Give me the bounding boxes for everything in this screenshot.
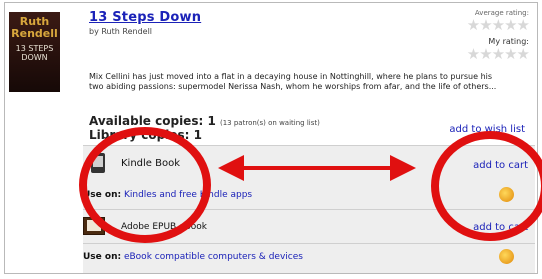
cover-author: Ruth Rendell: [11, 15, 58, 40]
divider: [83, 209, 535, 210]
kindle-device-icon: [91, 153, 105, 173]
library-copies-label: Library copies:: [89, 128, 190, 142]
average-rating-stars: ★★★★★: [466, 16, 530, 34]
my-rating-stars[interactable]: ★★★★★: [467, 47, 530, 62]
use-on-label: Use on:: [83, 190, 122, 200]
library-copies-count: 1: [193, 128, 202, 142]
divider: [83, 145, 535, 146]
rating-area: Average rating: ★★★★★ My rating: ★★★★★: [466, 9, 530, 62]
waiting-list-note: (13 patron(s) on waiting list): [220, 119, 320, 127]
add-to-cart-epub-link[interactable]: add to cart: [473, 222, 528, 233]
use-on-label: Use on:: [83, 252, 122, 262]
ebook-devices-link[interactable]: eBook compatible computers & devices: [124, 252, 303, 262]
help-badge-icon[interactable]: [499, 187, 514, 202]
kindle-apps-link[interactable]: Kindles and free Kindle apps: [124, 190, 252, 200]
format-name-epub: Adobe EPUB eBook: [121, 222, 208, 232]
use-on-epub: Use on: eBook compatible computers & dev…: [83, 252, 303, 262]
divider: [83, 243, 535, 244]
available-copies: Available copies: 1 (13 patron(s) on wai…: [89, 114, 320, 128]
available-copies-count: 1: [207, 114, 216, 128]
book-cover-image[interactable]: Ruth Rendell 13 STEPS DOWN: [9, 12, 60, 92]
book-title-link[interactable]: 13 Steps Down: [89, 10, 201, 25]
help-badge-icon[interactable]: [499, 249, 514, 264]
add-to-wish-list-link[interactable]: add to wish list: [449, 124, 525, 135]
ebook-icon: [83, 217, 105, 235]
available-copies-label: Available copies:: [89, 114, 204, 128]
add-to-cart-kindle-link[interactable]: add to cart: [473, 160, 528, 171]
cover-title: 13 STEPS DOWN: [15, 44, 54, 62]
book-byline: by Ruth Rendell: [89, 27, 153, 36]
format-name-kindle: Kindle Book: [121, 158, 181, 169]
library-copies: Library copies: 1: [89, 128, 202, 142]
use-on-kindle: Use on: Kindles and free Kindle apps: [83, 190, 252, 200]
book-description: Mix Cellini has just moved into a flat i…: [89, 72, 497, 91]
